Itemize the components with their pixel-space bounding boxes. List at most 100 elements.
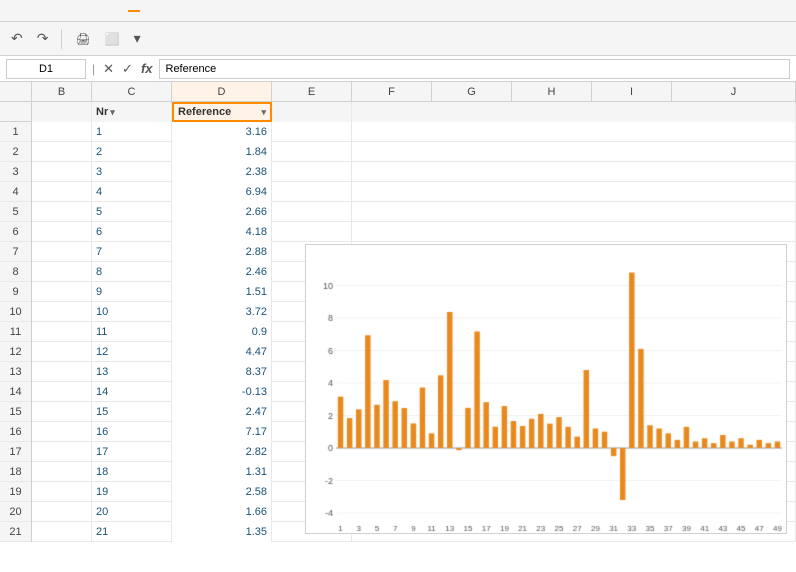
cell-c-20[interactable]: 20: [92, 502, 172, 522]
print-button[interactable]: 🖨: [70, 29, 95, 49]
col-header-i[interactable]: I: [592, 82, 672, 101]
cell-c-2[interactable]: 2: [92, 142, 172, 162]
cell-c-17[interactable]: 17: [92, 442, 172, 462]
cell-b-11: [32, 322, 92, 342]
ribbon: [0, 0, 796, 22]
col-header-f[interactable]: F: [352, 82, 432, 101]
col-header-j[interactable]: J: [672, 82, 796, 101]
redo-button[interactable]: ↷: [32, 27, 54, 50]
formula-input[interactable]: [159, 59, 791, 79]
cell-d-2[interactable]: 1.84: [172, 142, 272, 162]
col-header-h[interactable]: H: [512, 82, 592, 101]
cell-b-2: [32, 142, 92, 162]
cell-d-6[interactable]: 4.18: [172, 222, 272, 242]
confirm-formula-button[interactable]: ✓: [120, 61, 135, 77]
more-button[interactable]: ▾: [129, 27, 146, 50]
cell-d-8[interactable]: 2.46: [172, 262, 272, 282]
cell-b-1: [32, 122, 92, 142]
cell-b-21: [32, 522, 92, 542]
table-row: 3 2.38: [32, 162, 796, 182]
cell-c-18[interactable]: 18: [92, 462, 172, 482]
cell-d-10[interactable]: 3.72: [172, 302, 272, 322]
cell-e-5: [272, 202, 352, 222]
cell-d-7[interactable]: 2.88: [172, 242, 272, 262]
row-num-18: 18: [0, 462, 31, 482]
cell-d-13[interactable]: 8.37: [172, 362, 272, 382]
cell-d-19[interactable]: 2.58: [172, 482, 272, 502]
main-area: 123456789101112131415161718192021 Nr ▾ R…: [0, 102, 796, 542]
name-box[interactable]: [6, 59, 86, 79]
row-num-4: 4: [0, 182, 31, 202]
cell-e-header: [272, 102, 352, 122]
cancel-formula-button[interactable]: ✕: [101, 61, 116, 77]
cell-c-13[interactable]: 13: [92, 362, 172, 382]
cell-b-7: [32, 242, 92, 262]
undo-button[interactable]: ↶: [6, 27, 28, 50]
row-num-15: 15: [0, 402, 31, 422]
cell-d-3[interactable]: 2.38: [172, 162, 272, 182]
cell-c-14[interactable]: 14: [92, 382, 172, 402]
ribbon-formatting[interactable]: [128, 10, 140, 12]
cell-c-11[interactable]: 11: [92, 322, 172, 342]
row-num-10: 10: [0, 302, 31, 322]
cell-b-10: [32, 302, 92, 322]
row-num-16: 16: [0, 422, 31, 442]
cell-c-19[interactable]: 19: [92, 482, 172, 502]
cell-c-1[interactable]: 1: [92, 122, 172, 142]
cell-c-5[interactable]: 5: [92, 202, 172, 222]
cell-d-17[interactable]: 2.82: [172, 442, 272, 462]
cell-c-3[interactable]: 3: [92, 162, 172, 182]
cell-b-9: [32, 282, 92, 302]
formula-bar: | ✕ ✓ fx: [0, 56, 796, 82]
cell-d-1[interactable]: 3.16: [172, 122, 272, 142]
cell-e-3: [272, 162, 352, 182]
row-num-14: 14: [0, 382, 31, 402]
row-header-corner: [0, 82, 32, 101]
row-num-9: 9: [0, 282, 31, 302]
cell-rest-6: [352, 222, 796, 242]
cell-c-12[interactable]: 12: [92, 342, 172, 362]
toolbar: ↶ ↷ 🖨 ⬜ ▾: [0, 22, 796, 56]
cell-c-21[interactable]: 21: [92, 522, 172, 542]
function-button[interactable]: fx: [139, 61, 155, 76]
chart-area[interactable]: [305, 244, 787, 534]
cell-c-16[interactable]: 16: [92, 422, 172, 442]
cell-c-8[interactable]: 8: [92, 262, 172, 282]
cell-d-18[interactable]: 1.31: [172, 462, 272, 482]
row-num-17: 17: [0, 442, 31, 462]
cell-d-15[interactable]: 2.47: [172, 402, 272, 422]
cell-d-5[interactable]: 2.66: [172, 202, 272, 222]
row-numbers: 123456789101112131415161718192021: [0, 102, 32, 542]
cell-d-header[interactable]: Reference▾: [172, 102, 272, 122]
row-num-2: 2: [0, 142, 31, 162]
cell-d-21[interactable]: 1.35: [172, 522, 272, 542]
cell-c-15[interactable]: 15: [92, 402, 172, 422]
col-header-g[interactable]: G: [432, 82, 512, 101]
cell-b-19: [32, 482, 92, 502]
cell-d-20[interactable]: 1.66: [172, 502, 272, 522]
cell-d-12[interactable]: 4.47: [172, 342, 272, 362]
cell-d-14[interactable]: -0.13: [172, 382, 272, 402]
cell-c-header[interactable]: Nr ▾: [92, 102, 172, 122]
cell-b-8: [32, 262, 92, 282]
toolbar-divider: [61, 29, 62, 49]
cell-d-9[interactable]: 1.51: [172, 282, 272, 302]
format-button[interactable]: ⬜: [100, 29, 125, 49]
row-num-12: 12: [0, 342, 31, 362]
row-num-8: 8: [0, 262, 31, 282]
cell-c-10[interactable]: 10: [92, 302, 172, 322]
col-header-c[interactable]: C: [92, 82, 172, 101]
col-header-d[interactable]: D: [172, 82, 272, 101]
col-header-e[interactable]: E: [272, 82, 352, 101]
cell-d-16[interactable]: 7.17: [172, 422, 272, 442]
cell-c-9[interactable]: 9: [92, 282, 172, 302]
cell-c-4[interactable]: 4: [92, 182, 172, 202]
formula-bar-buttons: ✕ ✓ fx: [101, 61, 154, 77]
cell-e-4: [272, 182, 352, 202]
cell-c-6[interactable]: 6: [92, 222, 172, 242]
cell-c-7[interactable]: 7: [92, 242, 172, 262]
cell-d-11[interactable]: 0.9: [172, 322, 272, 342]
cell-d-4[interactable]: 6.94: [172, 182, 272, 202]
col-header-b[interactable]: B: [32, 82, 92, 101]
cell-b-4: [32, 182, 92, 202]
